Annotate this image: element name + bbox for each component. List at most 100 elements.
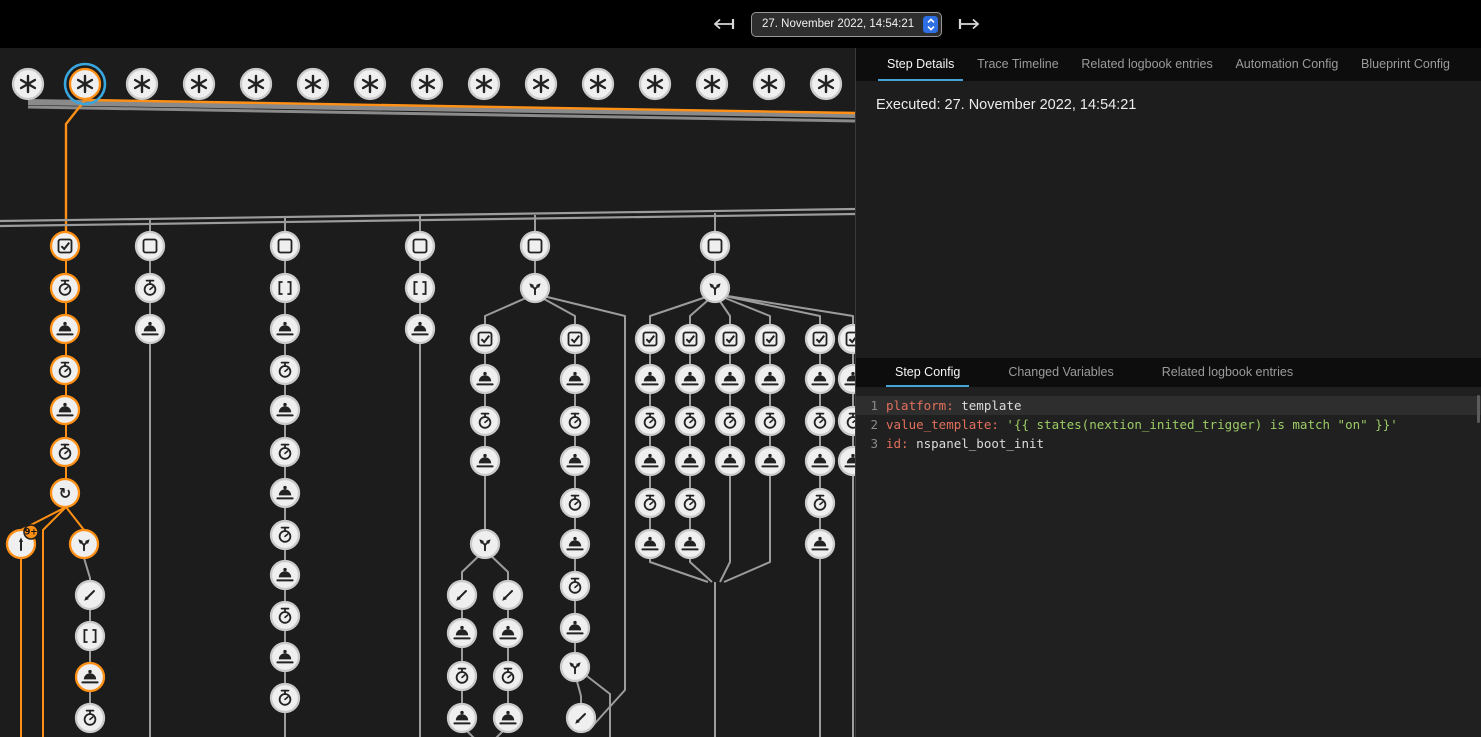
code-editor[interactable]: 1platform: template2value_template: '{{ … [856,387,1481,737]
node-timer[interactable] [271,602,299,630]
node-choose[interactable] [701,274,729,302]
node-service[interactable] [839,365,855,393]
node-checkbox[interactable] [51,232,79,260]
node-service[interactable] [676,447,704,475]
node-trigger[interactable] [13,69,43,99]
node-split[interactable] [561,653,589,681]
node-checkbox[interactable] [636,325,664,353]
node-timer[interactable] [471,407,499,435]
node-brackets[interactable] [271,274,299,302]
node-service[interactable] [561,447,589,475]
node-repeat[interactable]: ↻ [51,479,79,507]
node-service[interactable] [756,447,784,475]
node-service[interactable] [636,447,664,475]
node-service[interactable] [494,619,522,647]
node-checkbox[interactable] [676,325,704,353]
node-service[interactable] [271,479,299,507]
node-arrow-dl[interactable] [494,581,522,609]
node-timer[interactable] [561,407,589,435]
code-scrollbar-thumb[interactable] [1477,395,1480,423]
node-timer[interactable] [806,489,834,517]
node-trigger[interactable] [469,69,499,99]
node-service[interactable] [136,315,164,343]
node-timer[interactable] [271,438,299,466]
node-checkbox[interactable] [716,325,744,353]
node-service[interactable] [51,396,79,424]
node-checkbox[interactable] [756,325,784,353]
trace-run-select[interactable]: 27. November 2022, 14:54:21 [751,12,942,37]
node-trigger[interactable] [811,69,841,99]
node-timer[interactable] [806,407,834,435]
node-service[interactable] [271,315,299,343]
node-service[interactable] [471,447,499,475]
node-service[interactable] [271,396,299,424]
tab-step-config[interactable]: Step Config [886,358,969,387]
node-timer[interactable] [448,662,476,690]
node-timer[interactable] [271,521,299,549]
node-service[interactable] [51,315,79,343]
node-trigger[interactable] [127,69,157,99]
node-timer[interactable] [561,572,589,600]
node-trigger[interactable] [184,69,214,99]
node-service[interactable] [716,365,744,393]
node-checkbox[interactable] [471,325,499,353]
node-service[interactable] [448,619,476,647]
node-trigger[interactable] [355,69,385,99]
node-trigger[interactable] [754,69,784,99]
node-trigger[interactable] [65,64,105,104]
node-square[interactable] [521,232,549,260]
tab-related-logbook-entries-sub[interactable]: Related logbook entries [1153,358,1302,387]
next-trace-button[interactable] [955,17,981,31]
node-timer[interactable] [636,407,664,435]
node-brackets[interactable] [76,622,104,650]
node-arrow-up[interactable]: 9+ [7,525,38,558]
node-brackets[interactable] [406,274,434,302]
code-line[interactable]: 3id: nspanel_boot_init [856,434,1481,453]
node-service[interactable] [471,365,499,393]
node-trigger[interactable] [241,69,271,99]
node-arrow-dl[interactable] [448,581,476,609]
node-square[interactable] [136,232,164,260]
node-service[interactable] [756,365,784,393]
node-service[interactable] [561,365,589,393]
node-arrow-dl[interactable] [76,581,104,609]
node-trigger[interactable] [298,69,328,99]
node-square[interactable] [701,232,729,260]
node-service[interactable] [494,704,522,732]
node-service[interactable] [806,530,834,558]
node-timer[interactable] [756,407,784,435]
node-timer[interactable] [636,489,664,517]
tab-changed-variables[interactable]: Changed Variables [999,358,1122,387]
node-timer[interactable] [51,356,79,384]
tab-trace-timeline[interactable]: Trace Timeline [968,48,1068,81]
node-trigger[interactable] [640,69,670,99]
code-line[interactable]: 1platform: template [856,396,1481,415]
node-checkbox[interactable] [839,325,855,353]
node-timer[interactable] [676,407,704,435]
node-service[interactable] [406,315,434,343]
node-checkbox[interactable] [561,325,589,353]
tab-step-details[interactable]: Step Details [878,48,963,81]
node-timer[interactable] [561,489,589,517]
node-trigger[interactable] [697,69,727,99]
node-timer[interactable] [271,356,299,384]
node-timer[interactable] [51,274,79,302]
node-service[interactable] [636,530,664,558]
node-service[interactable] [561,530,589,558]
node-trigger[interactable] [412,69,442,99]
node-service[interactable] [636,365,664,393]
node-square[interactable] [271,232,299,260]
node-service[interactable] [676,365,704,393]
node-timer[interactable] [51,438,79,466]
node-arrow-dl[interactable] [567,704,595,732]
code-line[interactable]: 2value_template: '{{ states(nextion_init… [856,415,1481,434]
node-timer[interactable] [271,684,299,712]
node-service[interactable] [716,447,744,475]
node-timer[interactable] [494,662,522,690]
node-service[interactable] [806,447,834,475]
node-trigger[interactable] [583,69,613,99]
node-service[interactable] [561,614,589,642]
node-trigger[interactable] [526,69,556,99]
node-split[interactable] [70,530,98,558]
node-timer[interactable] [716,407,744,435]
